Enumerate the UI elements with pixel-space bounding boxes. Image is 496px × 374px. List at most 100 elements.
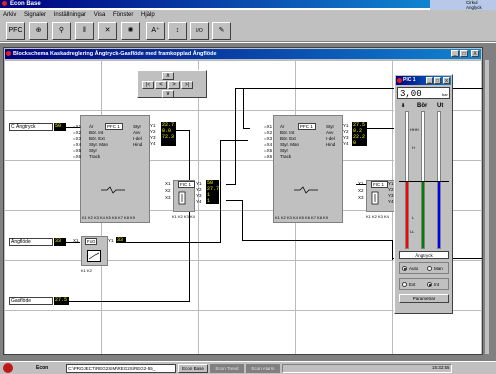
- nav-down-button[interactable]: ∨: [162, 90, 174, 98]
- fxg-block[interactable]: FxG: [81, 236, 108, 266]
- fxg-y1-value: 33: [116, 237, 126, 243]
- fic1-right-y2-pin[interactable]: Y2: [388, 187, 394, 192]
- econ-logo-icon: [3, 363, 13, 373]
- toolbar-star-button[interactable]: ✺: [121, 22, 140, 40]
- menu-fonster[interactable]: Fönster: [113, 10, 133, 20]
- nav-last-button[interactable]: >|: [181, 81, 193, 89]
- fic1-right-x3-pin[interactable]: X3: [358, 195, 364, 200]
- fic1-left-k-pins[interactable]: K1 K2 K3 K4: [172, 214, 195, 219]
- parameters-button[interactable]: Parametrar: [399, 294, 449, 303]
- pfc1-y2-pin[interactable]: Y2: [150, 129, 156, 134]
- toolbar-pfc-button[interactable]: PFC: [6, 22, 25, 40]
- taskbar-econ-trend[interactable]: Econ Trend: [210, 364, 244, 373]
- taskbar-econ-alarm[interactable]: Econ Alarm: [246, 364, 280, 373]
- pfc2-k-pins[interactable]: K1 K2 K3 K4 K5 K6 K7 K8 K9: [275, 215, 328, 220]
- fic1-right-x2-pin[interactable]: X2: [358, 188, 364, 193]
- pfc1-x2-pin[interactable]: =X2: [73, 130, 81, 135]
- pfc1-y1-pin[interactable]: Y1: [150, 123, 156, 128]
- nav-left-button[interactable]: <: [155, 81, 167, 89]
- fic1-left-y3-pin[interactable]: Y3: [196, 193, 202, 198]
- input-angtryck-label[interactable]: C Ångtryck: [9, 123, 53, 131]
- input-angflode-label[interactable]: Ångflöde: [9, 238, 53, 246]
- pfc1-x4-pin[interactable]: =X4: [73, 142, 81, 147]
- faceplate-close-button[interactable]: X: [443, 77, 450, 84]
- wire-bottom-run: [242, 240, 392, 241]
- menu-hjalp[interactable]: Hjälp: [141, 10, 155, 20]
- ext-radio[interactable]: [402, 282, 407, 287]
- pfc1-name-styr-man: Styr. Man: [89, 142, 109, 147]
- fic1-left-valve-icon: [177, 191, 187, 205]
- menu-installningar[interactable]: Inställningar: [54, 10, 86, 20]
- wire-fxg-up: [220, 140, 221, 243]
- pfc2-y1-pin[interactable]: Y1: [343, 123, 349, 128]
- menu-arkiv[interactable]: Arkiv: [3, 10, 16, 20]
- minimize-button[interactable]: _: [451, 50, 459, 57]
- pfc2-x6-pin[interactable]: =X6: [264, 154, 272, 159]
- nav-up-button[interactable]: ∧: [162, 72, 174, 80]
- pfc2-name-styr: Styr: [280, 148, 289, 153]
- nav-right-button[interactable]: >: [168, 81, 180, 89]
- toolbar-io-button[interactable]: I/O: [190, 22, 209, 40]
- fxg-k-pins[interactable]: K1 K2: [81, 268, 92, 273]
- fxg-x1-pin[interactable]: X1: [73, 238, 79, 243]
- faceplate-maximize-button[interactable]: □: [434, 77, 441, 84]
- pfc2-y4-pin[interactable]: Y4: [343, 141, 349, 146]
- fic1-left-x3-pin[interactable]: X3: [165, 195, 171, 200]
- toolbar-updown-button[interactable]: ↕: [168, 22, 187, 40]
- input-gasflode-label[interactable]: Gasflöde: [9, 297, 53, 305]
- pfc2-y3-pin[interactable]: Y3: [343, 135, 349, 140]
- pfc2-x4-pin[interactable]: =X4: [264, 142, 272, 147]
- nav-first-button[interactable]: |<: [142, 81, 154, 89]
- fic1-left-x2-pin[interactable]: X2: [165, 188, 171, 193]
- fic1-right-k-pins[interactable]: K1 K2 K3 K4: [366, 214, 389, 219]
- menu-visa[interactable]: Visa: [94, 10, 106, 20]
- pfc1-x1-pin[interactable]: =X1: [73, 124, 81, 129]
- toolbar-pen-button[interactable]: ✎: [212, 22, 231, 40]
- toolbar-cross-button[interactable]: ✕: [98, 22, 117, 40]
- fic1-right-y1-pin[interactable]: Y1: [388, 181, 394, 186]
- pfc2-name-styr-man: Styr. Man: [280, 142, 300, 147]
- toolbar-target-button[interactable]: ⊕: [29, 22, 48, 40]
- toolbar-probe-button[interactable]: ⚲: [52, 22, 71, 40]
- fic1-right-x1-pin[interactable]: X1: [358, 181, 364, 186]
- pfc2-name-ar: Ár: [280, 124, 285, 129]
- fic1-left-y2-pin[interactable]: Y2: [196, 187, 202, 192]
- fic1-right-y3-pin[interactable]: Y3: [388, 193, 394, 198]
- taskbar-start-label[interactable]: Econ: [36, 365, 48, 371]
- close-button[interactable]: X: [471, 50, 479, 57]
- wire-fic-y2: [226, 200, 242, 201]
- faceplate-minimize-button[interactable]: _: [426, 77, 433, 84]
- pfc2-curve-icon: [294, 184, 318, 196]
- pfc2-x2-pin[interactable]: =X2: [264, 130, 272, 135]
- int-label: Int: [434, 282, 440, 287]
- fic1-left-y1-pin[interactable]: Y1: [196, 181, 202, 186]
- app-title: Econ Base: [10, 1, 41, 7]
- pfc1-k-pins[interactable]: K1 K2 K3 K4 K5 K6 K7 K8 K9: [82, 215, 135, 220]
- pfc1-name-track: Track: [89, 154, 101, 159]
- pfc2-x1-pin[interactable]: =X1: [264, 124, 272, 129]
- fic1-left-x1-pin[interactable]: X1: [165, 181, 171, 186]
- taskbar-econ-base[interactable]: Econ Base: [178, 364, 208, 373]
- menu-signaler[interactable]: Signaler: [24, 10, 46, 20]
- taskbar-clock: 15:32:55: [432, 365, 450, 370]
- pfc1-x3-pin[interactable]: =X3: [73, 136, 81, 141]
- pfc1-x6-pin[interactable]: =X6: [73, 154, 81, 159]
- fxg-y1-pin[interactable]: Y1: [108, 238, 114, 243]
- pfc1-block[interactable]: PFC 1 =X1 =X2 =X3 =X4 =X5 =X6 Ár Bör. In…: [73, 115, 150, 223]
- maximize-button[interactable]: □: [460, 50, 468, 57]
- pfc2-x5-pin[interactable]: =X5: [264, 148, 272, 153]
- toolbar-font-button[interactable]: A⁺: [146, 22, 165, 40]
- pfc1-y4-pin[interactable]: Y4: [150, 141, 156, 146]
- pfc2-x3-pin[interactable]: =X3: [264, 136, 272, 141]
- fic1-right-y4-pin[interactable]: Y4: [388, 199, 394, 204]
- man-radio[interactable]: [427, 266, 432, 271]
- pfc2-title: PFC 1: [298, 123, 316, 130]
- vertical-scrollbar[interactable]: [484, 60, 489, 354]
- wire-top-run: [235, 88, 397, 89]
- pfc2-block[interactable]: PFC 1 =X1 =X2 =X3 =X4 =X5 =X6 Ár Bör. In…: [264, 115, 343, 223]
- toolbar-pause-button[interactable]: ‖: [75, 22, 94, 40]
- pfc1-y3-pin[interactable]: Y3: [150, 135, 156, 140]
- pfc2-y2-pin[interactable]: Y2: [343, 129, 349, 134]
- pfc1-x5-pin[interactable]: =X5: [73, 148, 81, 153]
- fic1-left-y4-pin[interactable]: Y4: [196, 199, 202, 204]
